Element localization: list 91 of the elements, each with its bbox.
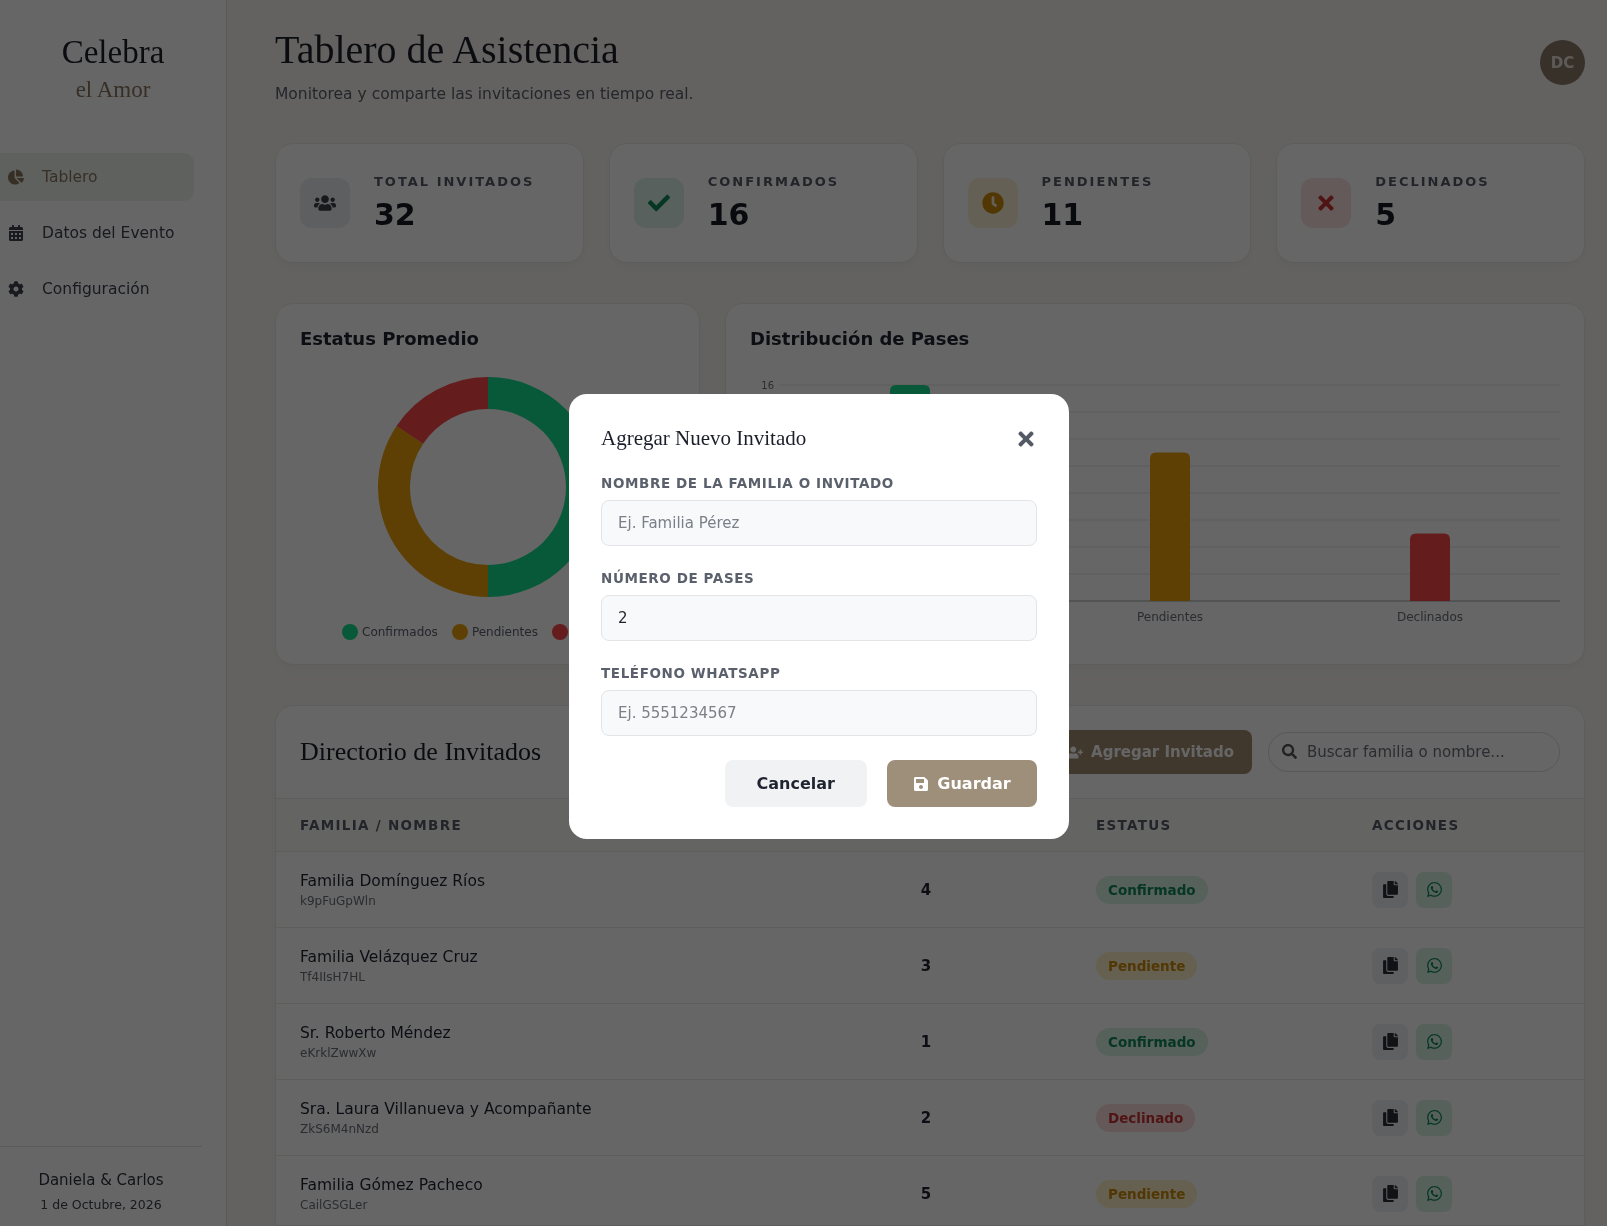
field-label: NOMBRE DE LA FAMILIA O INVITADO [601,475,895,491]
stat-value: 5 [1375,197,1398,232]
nav-label: Configuración [42,280,150,298]
chat-bubble-icon [1425,881,1443,898]
calendar-icon [8,225,24,241]
event-date: 1 de Octubre, 2026 [40,1197,162,1212]
couple-names: Daniela & Carlos [38,1171,164,1189]
bar [1410,533,1450,601]
nav-item[interactable]: Configuración [0,265,194,313]
copy-icon [1381,881,1399,898]
users-icon [300,178,350,228]
guest-name: Sra. Laura Villanueva y Acompañante [300,1099,593,1118]
chat-bubble-icon [1425,1033,1443,1050]
whatsapp-button[interactable] [1416,947,1452,984]
whatsapp-button[interactable] [1416,1175,1452,1212]
stat-label: CONFIRMADOS [707,174,840,189]
passes-count: 3 [920,956,932,975]
section-title: Directorio de Invitados [300,737,542,767]
stat-label: TOTAL INVITADOS [374,174,535,189]
copy-icon [1381,1185,1399,1202]
guest-code: Tf4IIsH7HL [300,969,366,984]
guest-code: eKrklZwwXw [300,1045,378,1060]
guest-code: CailGSGLer [300,1197,369,1212]
settings-icon [8,281,24,297]
copy-icon [1381,957,1399,974]
passes-count: 4 [920,880,932,899]
axis-tick: 16 [761,380,774,391]
page-subtitle: Monitorea y comparte las invitaciones en tiempo real. [275,85,694,103]
passes-count: 5 [920,1184,932,1203]
status-badge: Pendiente [1096,951,1198,980]
copy-icon [1381,1033,1399,1050]
stat-value: 32 [374,197,417,232]
nav-item[interactable]: Tablero [0,153,194,201]
copy-button[interactable] [1372,947,1408,984]
chart-title: Distribución de Pases [750,328,971,349]
copy-button[interactable] [1372,1099,1408,1136]
logo-text: el Amor [75,77,151,103]
field-label: NÚMERO DE PASES [601,570,756,586]
close-icon [1301,178,1352,228]
legend-label: Pendientes [471,625,538,639]
passes-count: 2 [920,1108,932,1127]
column-header: ESTATUS [1096,817,1173,833]
save-icon [913,775,930,792]
status-badge: Confirmado [1096,875,1208,904]
whatsapp-button[interactable] [1416,1023,1452,1060]
status-badge: Declinado [1096,1103,1196,1132]
cancel-button[interactable]: Cancelar [724,760,867,807]
field-label: TELÉFONO WHATSAPP [601,665,782,681]
passes-count: 1 [920,1032,932,1051]
nav-item[interactable]: Datos del Evento [0,209,194,257]
chat-bubble-icon [1425,957,1443,974]
input-field[interactable]: 2 [601,595,1037,641]
legend-label: Confirmados [362,625,438,639]
stat-value: 16 [707,197,751,232]
status-badge: Confirmado [1096,1027,1208,1056]
axis-label: Declinados [1396,610,1464,624]
copy-icon [1381,1109,1399,1126]
guest-name: Sr. Roberto Méndez [300,1023,452,1042]
clock-icon [967,178,1018,228]
guest-name: Familia Velázquez Cruz [300,947,479,966]
guest-code: k9pFuGpWln [300,893,377,908]
check-icon [633,178,684,228]
input-field[interactable]: Ej. Familia Pérez [601,500,1037,546]
nav-label: Tablero [42,168,98,186]
search-field[interactable]: Buscar familia o nombre... [1268,732,1560,772]
copy-button[interactable] [1372,871,1408,908]
pie-chart-icon [8,169,24,185]
copy-button[interactable] [1372,1023,1408,1060]
stat-value: 11 [1041,197,1085,232]
save-button[interactable]: Guardar [887,760,1037,807]
input-field[interactable]: Ej. 5551234567 [601,690,1037,736]
page-title: Tablero de Asistencia [275,26,620,73]
chat-bubble-icon [1425,1109,1443,1126]
guest-name: Familia Gómez Pacheco [300,1175,484,1194]
chat-bubble-icon [1425,1185,1443,1202]
search-icon [1282,744,1297,759]
nav-label: Datos del Evento [42,224,175,242]
column-header: ACCIONES [1372,817,1461,833]
whatsapp-button[interactable] [1416,871,1452,908]
copy-button[interactable] [1372,1175,1408,1212]
whatsapp-button[interactable] [1416,1099,1452,1136]
status-badge: Pendiente [1096,1179,1198,1208]
modal-title: Agregar Nuevo Invitado [601,426,807,451]
guest-name: Familia Domínguez Ríos [300,871,486,890]
stat-label: DECLINADOS [1375,174,1490,189]
logo-text: Celebra [61,34,165,71]
axis-label: Pendientes [1136,610,1204,624]
guest-code: ZkS6M4nNzd [300,1121,380,1136]
column-header: FAMILIA / NOMBRE [300,817,463,833]
stat-label: PENDIENTES [1041,174,1154,189]
chart-title: Estatus Promedio [300,328,480,349]
